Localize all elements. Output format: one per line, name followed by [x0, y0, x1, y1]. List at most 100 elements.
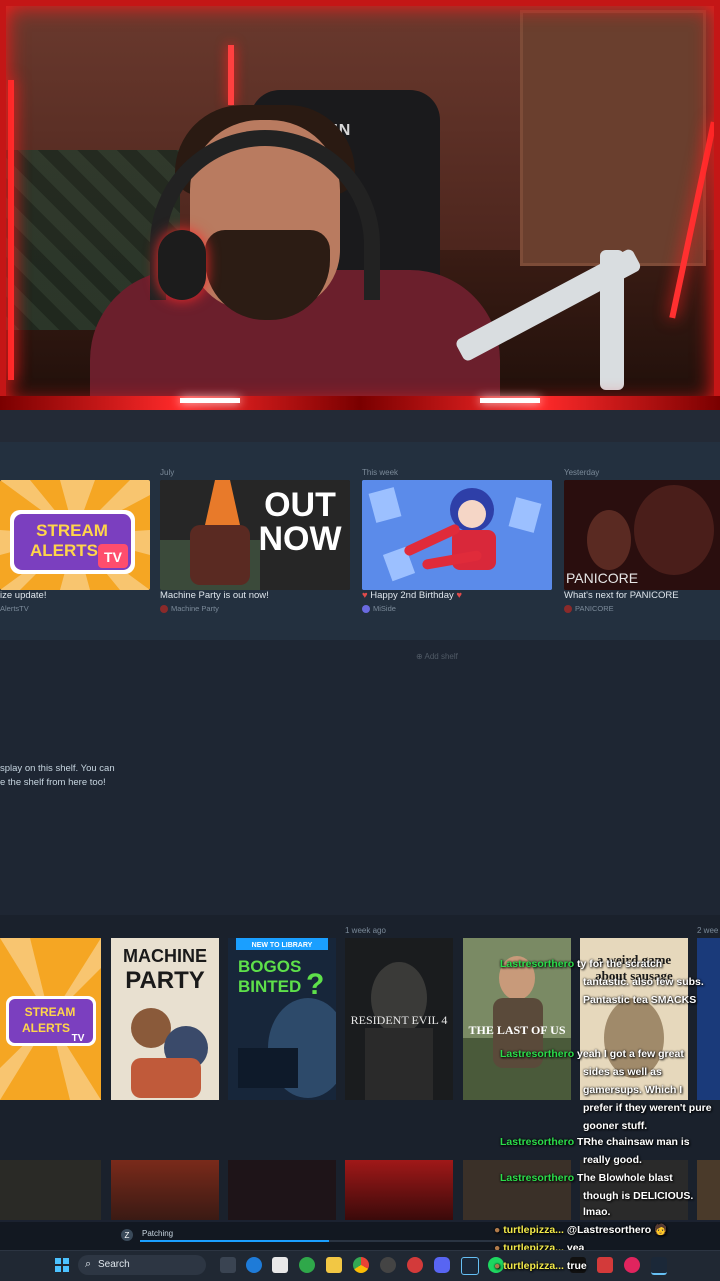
- game-capsule[interactable]: [345, 1160, 453, 1220]
- chat-text: yeah I got a few great: [577, 1048, 684, 1060]
- chat-text: gooner stuff.: [583, 1120, 648, 1132]
- task-view-icon[interactable]: [220, 1257, 236, 1273]
- capsule-text: PARTY: [125, 967, 205, 994]
- game-icon: Z: [120, 1228, 134, 1242]
- game-capsule-machine-party[interactable]: MACHINE PARTY: [111, 938, 219, 1100]
- capsule-text: THE LAST OF US: [468, 1023, 565, 1037]
- news-card-author: PANICORE: [564, 604, 614, 614]
- news-card-title[interactable]: ize update!: [0, 590, 46, 601]
- news-card-title[interactable]: Machine Party is out now!: [160, 590, 269, 601]
- edge-icon[interactable]: [246, 1257, 262, 1273]
- store-icon[interactable]: [272, 1257, 288, 1273]
- news-card[interactable]: PANICORE: [564, 480, 720, 590]
- patching-progress-fill: [140, 1240, 329, 1242]
- chat-avatar-icon: ●: [494, 1260, 501, 1272]
- empty-shelf-message-line: splay on this shelf. You can: [0, 763, 115, 774]
- art-text-out: OUT: [264, 486, 336, 524]
- stream-alerts-art: STREAM ALERTS TV: [0, 480, 150, 590]
- chat-text: sides as well as: [583, 1066, 662, 1078]
- chat-text: @Lastresortherо 🧑: [566, 1224, 668, 1236]
- discord-icon[interactable]: [434, 1257, 450, 1273]
- capsule-text: ?: [306, 968, 324, 1001]
- chat-message: gamersups. Which I: [583, 1081, 682, 1099]
- chat-username: turtlepizza...: [503, 1224, 564, 1236]
- add-shelf-button[interactable]: ⊕ Add shelf: [416, 652, 458, 661]
- empty-shelf-message: splay on this shelf. You can e the shelf…: [0, 762, 115, 790]
- chat-message: Pantastic tea SMACKS: [583, 991, 696, 1009]
- game-capsule-stream-alerts[interactable]: STREAM ALERTS TV: [0, 938, 101, 1100]
- news-card-title-text: Happy 2nd Birthday: [370, 590, 454, 601]
- steam-header-strip: [0, 410, 720, 442]
- webcam-overlay: SSIN: [0, 0, 720, 410]
- start-icon[interactable]: [54, 1257, 70, 1273]
- game-capsule-resident-evil-4[interactable]: RESIDENT EVIL 4: [345, 938, 453, 1100]
- capsule-art: NEW TO LIBRARY BOGOS BINTED ?: [228, 938, 336, 1100]
- capsule-text: BINTED: [238, 977, 301, 996]
- game-capsule-partial[interactable]: [697, 938, 720, 1100]
- capsule-text: MACHINE: [123, 946, 207, 966]
- new-to-library-badge: NEW TO LIBRARY: [252, 942, 313, 949]
- chat-text: gamersups. Which I: [583, 1084, 683, 1096]
- chat-message: ● turtlepizza... true: [494, 1257, 587, 1275]
- chat-username: Lastresortherо: [500, 1136, 575, 1148]
- search-icon: ⌕: [85, 1258, 92, 1270]
- webcam-frame-bottom: [0, 396, 720, 410]
- news-card-title[interactable]: ♥ Happy 2nd Birthday ♥: [362, 590, 462, 601]
- chat-message: prefer if they weren't pure: [583, 1099, 712, 1117]
- chat-text: though is DELICIOUS.: [583, 1190, 694, 1202]
- capsule-text: ALERTS: [22, 1021, 70, 1035]
- news-card-author: MiSide: [362, 604, 396, 614]
- obs-icon[interactable]: [380, 1257, 396, 1273]
- chrome-icon[interactable]: [353, 1257, 369, 1273]
- art-text-tv: TV: [104, 549, 123, 565]
- chat-text: prefer if they weren't pure: [583, 1102, 712, 1114]
- author-icon: [362, 605, 370, 614]
- news-shelf: STREAM ALERTS TV ize update! AlertsTV Ju…: [0, 442, 720, 640]
- chat-username: Lastresortherо: [500, 958, 575, 970]
- steam-active-icon[interactable]: [651, 1257, 667, 1275]
- taskbar-search-label: Search: [98, 1259, 130, 1270]
- author-icon: [564, 605, 572, 614]
- chat-avatar-icon: ●: [494, 1224, 501, 1236]
- app-icon[interactable]: [407, 1257, 423, 1273]
- chat-username: Lastresortherо: [500, 1048, 575, 1060]
- game-capsule[interactable]: [111, 1160, 219, 1220]
- steam-icon[interactable]: [461, 1257, 479, 1275]
- frame-glow: [180, 398, 240, 403]
- chat-message: really good.: [583, 1151, 642, 1169]
- news-card[interactable]: [362, 480, 552, 590]
- chat-message: Lastresortherо TRhe chainsaw man is: [500, 1133, 690, 1151]
- file-explorer-icon[interactable]: [326, 1257, 342, 1273]
- news-date: Yesterday: [564, 468, 600, 477]
- app-icon[interactable]: [597, 1257, 613, 1273]
- game-capsule[interactable]: [697, 1160, 720, 1220]
- empty-shelf-message-line: e the shelf from here too!: [0, 777, 106, 788]
- news-date: This week: [362, 468, 399, 477]
- author-icon: [160, 605, 168, 614]
- capsule-text: TV: [72, 1033, 85, 1044]
- author-name: MiSide: [373, 604, 396, 613]
- art-text-stream: STREAM: [36, 521, 108, 540]
- art-text-alerts: ALERTS: [30, 541, 98, 560]
- chat-message: Lastresortherо The Blowhole blast: [500, 1169, 673, 1187]
- chat-text: really good.: [583, 1154, 642, 1166]
- game-capsule[interactable]: [0, 1160, 101, 1220]
- art-text-now: NOW: [258, 520, 342, 558]
- capsule-text: BOGOS: [238, 957, 301, 976]
- news-card-author: Machine Party: [160, 604, 219, 614]
- heart-icon: ♥: [362, 590, 368, 601]
- xbox-icon[interactable]: [299, 1257, 315, 1273]
- news-card[interactable]: OUT NOW: [160, 480, 350, 590]
- shelf-date: 1 week ago: [345, 926, 386, 935]
- chat-message: lmao.: [583, 1203, 610, 1221]
- news-card-title[interactable]: What's next for PANICORE: [564, 590, 679, 601]
- chat-text: true: [566, 1260, 587, 1272]
- chat-message: sides as well as: [583, 1063, 662, 1081]
- game-capsule[interactable]: [228, 1160, 336, 1220]
- news-card[interactable]: STREAM ALERTS TV: [0, 480, 150, 590]
- game-capsule-bogos-binted[interactable]: NEW TO LIBRARY BOGOS BINTED ?: [228, 938, 336, 1100]
- panicore-art: PANICORE: [564, 480, 720, 590]
- app-icon[interactable]: [624, 1257, 640, 1273]
- miside-art: [362, 480, 552, 590]
- chat-text: TRhe chainsaw man is: [577, 1136, 690, 1148]
